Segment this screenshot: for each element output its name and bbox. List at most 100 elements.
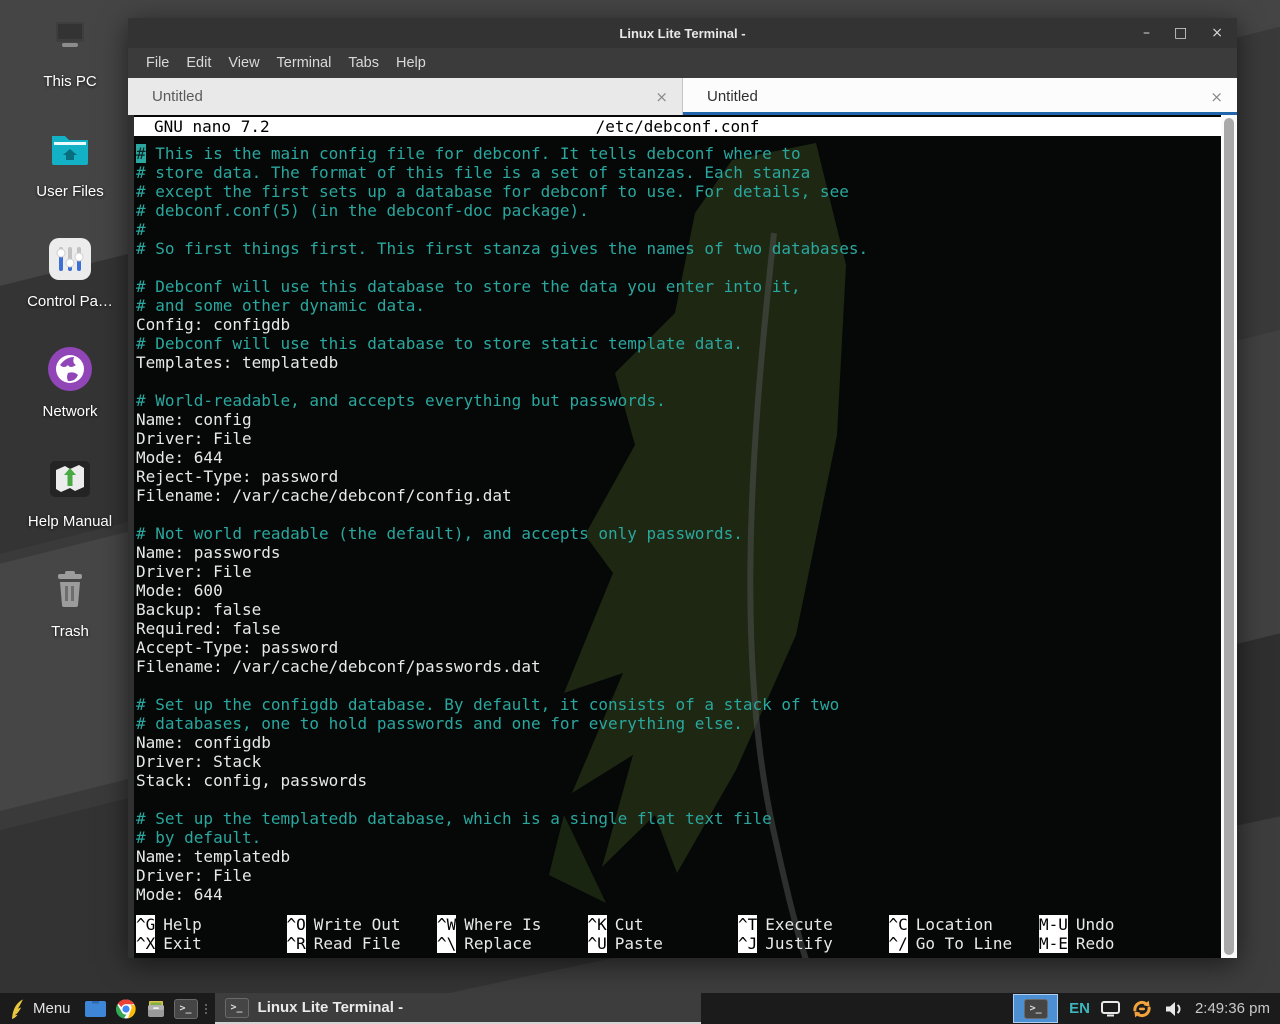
nano-line: # World-readable, and accepts everything… (136, 391, 1221, 410)
desktop-icon-network[interactable]: Network (5, 344, 135, 454)
taskbar-separator-handle[interactable] (201, 993, 211, 1024)
scrollbar-thumb[interactable] (1224, 118, 1234, 955)
nano-line (136, 258, 1221, 277)
nano-shortcut-exit: ^XExit (136, 934, 287, 953)
tab-bar: Untitled × Untitled × (128, 78, 1237, 115)
nano-line (136, 676, 1221, 695)
menu-item-terminal[interactable]: Terminal (277, 55, 332, 71)
nano-shortcut-paste: ^U Paste (588, 934, 739, 953)
menu-item-help[interactable]: Help (396, 55, 426, 71)
shortcut-label: Exit (163, 934, 202, 953)
desktop-icon-this-pc[interactable]: This PC (5, 14, 135, 124)
show-desktop-button[interactable] (81, 993, 111, 1024)
terminal-icon: >_ (174, 999, 198, 1019)
nano-line: Driver: File (136, 562, 1221, 581)
taskbar-window-label: Linux Lite Terminal - (258, 999, 404, 1016)
nano-line: Mode: 644 (136, 448, 1221, 467)
nano-shortcut-where-is: ^WWhere Is (437, 915, 588, 934)
trash-icon (45, 564, 95, 614)
taskbar: Menu (0, 993, 1280, 1024)
nano-line: # store data. The format of this file is… (136, 163, 1221, 182)
chrome-launcher[interactable] (111, 993, 141, 1024)
terminal-launcher[interactable]: >_ (171, 993, 201, 1024)
taskbar-clock[interactable]: 2:49:36 pm (1195, 1000, 1270, 1017)
computer-icon (45, 14, 95, 64)
terminal-screen[interactable]: GNU nano 7.2 /etc/debconf.conf # This is… (134, 115, 1221, 958)
nano-shortcut-redo: M-ERedo (1039, 934, 1221, 953)
tab-close-icon[interactable]: × (655, 88, 668, 106)
minimize-button[interactable]: – (1143, 26, 1150, 40)
nano-line: Driver: File (136, 866, 1221, 885)
nano-shortcut-write-out: ^OWrite Out (287, 915, 438, 934)
nano-line: Filename: /var/cache/debconf/passwords.d… (136, 657, 1221, 676)
terminal-window: Linux Lite Terminal - – □ × File Edit Vi… (128, 18, 1237, 958)
nano-line: # except the first sets up a database fo… (136, 182, 1221, 201)
shortcut-key: M-U (1039, 915, 1068, 934)
shortcut-label: Location (916, 915, 993, 934)
volume-icon[interactable] (1164, 1000, 1184, 1018)
nano-line: Name: configdb (136, 733, 1221, 752)
menu-item-view[interactable]: View (228, 55, 259, 71)
nano-shortcut-bar: ^GHelp^OWrite Out^WWhere Is^KCut^TExecut… (136, 915, 1221, 953)
terminal-icon: >_ (1024, 999, 1048, 1019)
nano-line: # databases, one to hold passwords and o… (136, 714, 1221, 733)
nano-line: # So first things first. This first stan… (136, 239, 1221, 258)
shortcut-label: Execute (765, 915, 832, 934)
shortcut-label: Write Out (314, 915, 401, 934)
nano-line: Reject-Type: password (136, 467, 1221, 486)
tab-label: Untitled (707, 88, 758, 105)
tab-close-icon[interactable]: × (1210, 88, 1223, 106)
nano-shortcut-help: ^GHelp (136, 915, 287, 934)
shortcut-key: ^K (588, 915, 607, 934)
desktop-icon-label: Help Manual (28, 513, 112, 530)
shortcut-key: ^U (588, 934, 607, 953)
desktop-icon-help-manual[interactable]: Help Manual (5, 454, 135, 564)
tab-untitled-1[interactable]: Untitled × (128, 78, 683, 115)
shortcut-label: Paste (615, 934, 663, 953)
tab-untitled-2[interactable]: Untitled × (683, 78, 1237, 115)
window-titlebar[interactable]: Linux Lite Terminal - – □ × (128, 18, 1237, 48)
nano-line (136, 372, 1221, 391)
nano-line: Config: configdb (136, 315, 1221, 334)
taskbar-window-button[interactable]: >_ Linux Lite Terminal - (215, 993, 701, 1024)
file-manager-icon (146, 999, 166, 1019)
nano-line: Templates: templatedb (136, 353, 1221, 372)
nano-line: Driver: Stack (136, 752, 1221, 771)
nano-content: # This is the main config file for debco… (134, 144, 1221, 904)
desktop-icon-label: Trash (51, 623, 89, 640)
menu-item-edit[interactable]: Edit (186, 55, 211, 71)
shortcut-key: ^R (287, 934, 306, 953)
desktop-icon-user-files[interactable]: User Files (5, 124, 135, 234)
start-menu-label: Menu (33, 1000, 71, 1017)
nano-line: Mode: 600 (136, 581, 1221, 600)
maximize-button[interactable]: □ (1174, 26, 1187, 40)
shortcut-label: Help (163, 915, 202, 934)
terminal-scrollbar[interactable] (1221, 115, 1237, 958)
tray-terminal-button[interactable]: >_ (1013, 994, 1058, 1023)
nano-line: # This is the main config file for debco… (136, 144, 1221, 163)
file-manager-launcher[interactable] (141, 993, 171, 1024)
nano-shortcut-undo: M-UUndo (1039, 915, 1221, 934)
menu-item-tabs[interactable]: Tabs (348, 55, 379, 71)
nano-line (136, 505, 1221, 524)
system-tray: >_ EN (1013, 993, 1280, 1024)
shortcut-key: ^/ (889, 934, 908, 953)
shortcut-key: ^\ (437, 934, 456, 953)
updates-icon[interactable] (1131, 998, 1153, 1020)
desktop-icon-control-panel[interactable]: Control Pa… (5, 234, 135, 344)
keyboard-layout-indicator[interactable]: EN (1069, 1000, 1090, 1017)
window-title: Linux Lite Terminal - (128, 26, 1237, 41)
start-menu-button[interactable]: Menu (0, 993, 81, 1024)
nano-shortcut-location: ^C Location (889, 915, 1040, 934)
nano-line: # (136, 220, 1221, 239)
nano-line (136, 790, 1221, 809)
shortcut-key: ^C (889, 915, 908, 934)
tab-label: Untitled (152, 88, 203, 105)
nano-titlebar: GNU nano 7.2 /etc/debconf.conf (134, 117, 1221, 136)
menu-item-file[interactable]: File (146, 55, 169, 71)
display-settings-icon[interactable] (1101, 1001, 1120, 1017)
nano-line: Name: passwords (136, 543, 1221, 562)
nano-line: Stack: config, passwords (136, 771, 1221, 790)
desktop-icon-trash[interactable]: Trash (5, 564, 135, 674)
close-button[interactable]: × (1211, 26, 1223, 40)
